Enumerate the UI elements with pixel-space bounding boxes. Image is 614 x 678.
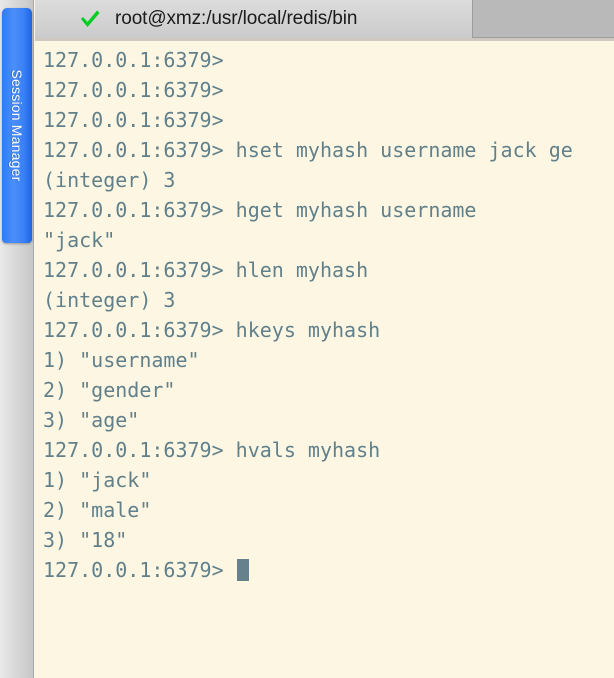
terminal-line: 3) "18" (43, 528, 128, 552)
tab-bar-empty-area[interactable] (473, 0, 614, 38)
green-check-icon (79, 9, 101, 29)
terminal-line: (integer) 3 (43, 288, 176, 312)
terminal-line: 1) "jack" (43, 468, 152, 492)
terminal-line: 3) "age" (43, 408, 140, 432)
terminal-line: 127.0.0.1:6379> hset myhash username jac… (43, 138, 573, 162)
terminal-line: 127.0.0.1:6379> (43, 555, 614, 585)
sidebar-tab-session-manager[interactable]: Session Manager (2, 8, 32, 243)
tab-title: root@xmz:/usr/local/redis/bin (115, 8, 358, 29)
terminal-application-window: Session Manager root@xmz:/usr/local/redi… (0, 0, 614, 678)
terminal-line: 2) "gender" (43, 378, 176, 402)
terminal-line: 2) "male" (43, 498, 152, 522)
tab-bar: root@xmz:/usr/local/redis/bin (35, 0, 614, 41)
sidebar-tab-label: Session Manager (9, 69, 25, 182)
terminal-line: 127.0.0.1:6379> hkeys myhash (43, 318, 381, 342)
terminal-output-pane[interactable]: 127.0.0.1:6379> 127.0.0.1:6379> 127.0.0.1:… (35, 41, 614, 678)
terminal-line: (integer) 3 (43, 168, 176, 192)
terminal-line: "jack" (43, 228, 116, 252)
terminal-line: 127.0.0.1:6379> hget myhash username (43, 198, 477, 222)
terminal-line: 127.0.0.1:6379> hlen myhash (43, 258, 369, 282)
terminal-cursor (236, 559, 249, 581)
tab-root-xmz-redis-bin[interactable]: root@xmz:/usr/local/redis/bin (35, 0, 473, 38)
left-sidebar: Session Manager (0, 0, 34, 678)
terminal-line: 127.0.0.1:6379> (43, 108, 224, 132)
terminal-line: 127.0.0.1:6379> hvals myhash (43, 438, 381, 462)
terminal-line: 127.0.0.1:6379> (43, 78, 224, 102)
terminal-line-list: 127.0.0.1:6379> 127.0.0.1:6379> 127.0.0.1:… (43, 45, 614, 585)
terminal-line: 1) "username" (43, 348, 200, 372)
terminal-line: 127.0.0.1:6379> (43, 48, 224, 72)
